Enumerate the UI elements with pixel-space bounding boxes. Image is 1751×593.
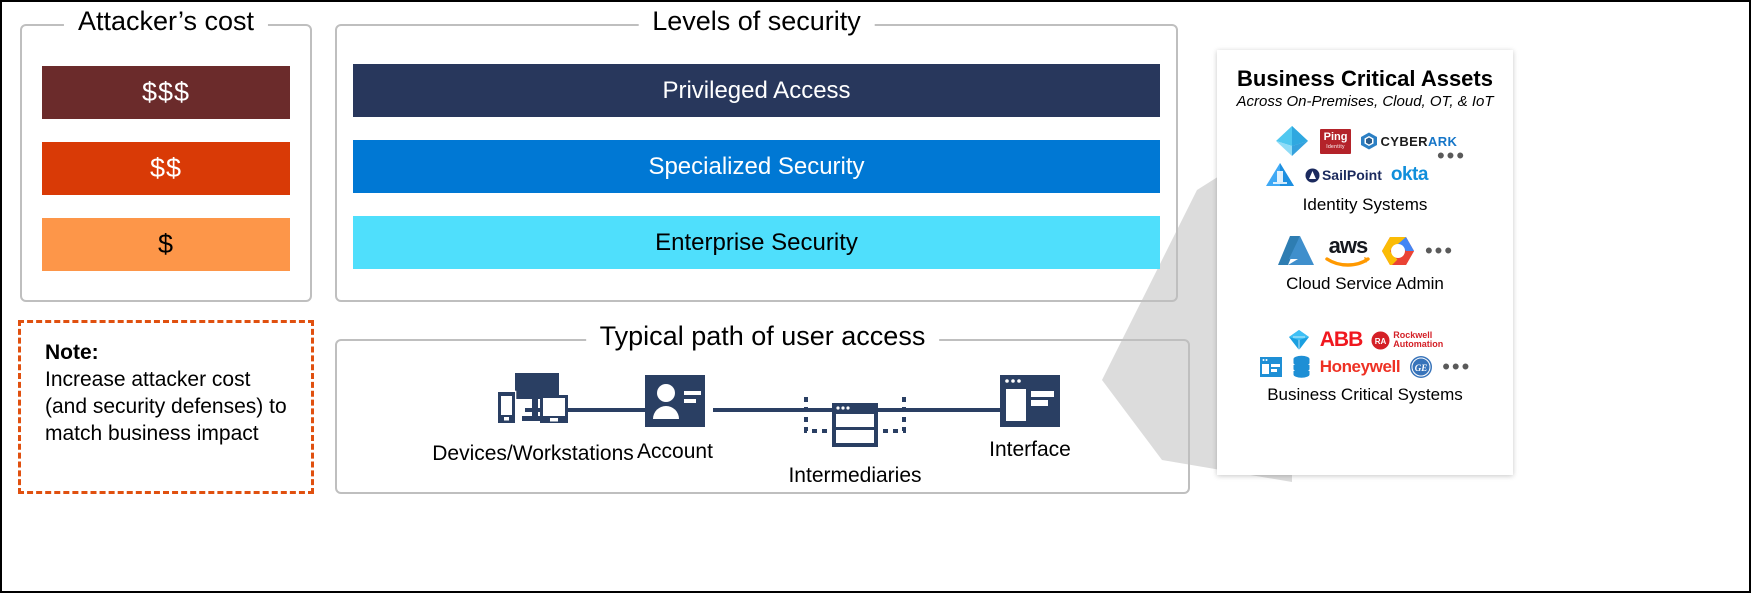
abb-logo: ABB bbox=[1319, 328, 1363, 351]
cost-bar-low: $ bbox=[42, 218, 290, 271]
node-label-interface: Interface bbox=[989, 438, 1071, 461]
database-icon bbox=[1293, 355, 1310, 378]
asset-group-cloud-service-admin: aws ••• Cloud Service Admin bbox=[1217, 233, 1513, 294]
level-bar-privileged-access: Privileged Access bbox=[353, 64, 1160, 117]
cloud-more-dots: ••• bbox=[1424, 237, 1455, 263]
azure-logo bbox=[1277, 235, 1314, 265]
levels-title: Levels of security bbox=[638, 4, 875, 38]
asset-group-business-critical-systems: ABB RA Rockwell Automation Honeywell GE … bbox=[1217, 328, 1513, 405]
attacker-cost-bars: $$$ $$ $ bbox=[42, 66, 290, 271]
ping-logo-subtext: Identity bbox=[1326, 143, 1345, 150]
asset-group-identity-systems: Ping Identity CYBERARK SailPoint okta ••… bbox=[1217, 124, 1513, 215]
svg-text:RA: RA bbox=[1375, 337, 1387, 346]
diagram-canvas: Attacker’s cost $$$ $$ $ Note: Increase … bbox=[0, 0, 1751, 593]
ping-logo-text: Ping bbox=[1323, 130, 1348, 143]
account-card-icon bbox=[645, 375, 705, 427]
sap-diamond-icon bbox=[1288, 330, 1309, 350]
ping-identity-logo: Ping Identity bbox=[1319, 128, 1352, 154]
rockwell-logo-text-2: Automation bbox=[1393, 339, 1444, 349]
identity-logos-row-1: Ping Identity CYBERARK bbox=[1273, 124, 1458, 158]
aws-logo: aws bbox=[1325, 233, 1371, 268]
note-title: Note: bbox=[45, 341, 99, 364]
levels-of-security-group: Levels of security Privileged Access Spe… bbox=[335, 4, 1178, 302]
assets-card-subtitle: Across On-Premises, Cloud, OT, & IoT bbox=[1236, 93, 1494, 110]
bcs-logos-row-2: Honeywell GE ••• bbox=[1259, 355, 1472, 379]
cost-bar-high: $$$ bbox=[42, 66, 290, 119]
level-bar-specialized-security: Specialized Security bbox=[353, 140, 1160, 193]
bcs-more-dots: ••• bbox=[1442, 354, 1472, 379]
level-bar-enterprise-security: Enterprise Security bbox=[353, 216, 1160, 269]
interface-window-icon bbox=[1000, 375, 1060, 427]
cloud-logos-row: aws ••• bbox=[1217, 233, 1513, 268]
asset-caption-business-critical-systems: Business Critical Systems bbox=[1267, 385, 1463, 404]
assets-card-title: Business Critical Assets bbox=[1237, 66, 1493, 91]
sailpoint-mark-icon bbox=[1305, 168, 1320, 182]
bcs-logos-row-1: ABB RA Rockwell Automation bbox=[1287, 328, 1443, 352]
node-interface: Interface bbox=[955, 373, 1105, 462]
node-label-intermediaries: Intermediaries bbox=[788, 464, 922, 487]
note-callout-box: Note: Increase attacker cost (and securi… bbox=[18, 320, 314, 494]
asset-caption-identity-systems: Identity Systems bbox=[1302, 195, 1428, 214]
identity-more-dots: ••• bbox=[1436, 143, 1467, 168]
rockwell-automation-logo: RA Rockwell Automation bbox=[1371, 331, 1443, 350]
typical-path-group: Typical path of user access Devices/Work… bbox=[335, 319, 1190, 494]
cyberark-logo-text-1: CYBER bbox=[1380, 133, 1428, 149]
cost-bar-medium: $$ bbox=[42, 142, 290, 195]
active-directory-icon bbox=[1265, 163, 1294, 186]
attacker-cost-title: Attacker’s cost bbox=[63, 4, 269, 38]
rockwell-mark-icon: RA bbox=[1371, 331, 1390, 349]
honeywell-logo: Honeywell bbox=[1319, 357, 1401, 376]
attacker-cost-group: Attacker’s cost $$$ $$ $ bbox=[20, 4, 312, 302]
devices-workstations-icon bbox=[496, 373, 568, 425]
levels-bars: Privileged Access Specialized Security E… bbox=[353, 64, 1160, 269]
sailpoint-logo: SailPoint bbox=[1305, 167, 1382, 183]
cyberark-mark-icon bbox=[1361, 132, 1378, 150]
path-title: Typical path of user access bbox=[585, 319, 940, 353]
asset-caption-cloud-service-admin: Cloud Service Admin bbox=[1286, 274, 1444, 293]
intermediaries-icon bbox=[804, 397, 906, 447]
svg-text:GE: GE bbox=[1415, 363, 1428, 373]
aws-logo-text: aws bbox=[1328, 233, 1369, 258]
identity-logos-row-2: SailPoint okta ••• bbox=[1264, 145, 1466, 189]
azure-ad-icon bbox=[1275, 126, 1308, 156]
erp-window-icon bbox=[1259, 357, 1282, 377]
sailpoint-logo-text: SailPoint bbox=[1321, 167, 1382, 183]
node-intermediaries: Intermediaries bbox=[715, 395, 995, 488]
ge-logo: GE bbox=[1410, 356, 1433, 378]
note-body: Increase attacker cost (and security def… bbox=[45, 368, 287, 445]
business-critical-assets-card: Business Critical Assets Across On-Premi… bbox=[1217, 50, 1513, 475]
google-cloud-logo bbox=[1381, 236, 1414, 265]
okta-logo: okta bbox=[1390, 164, 1429, 185]
